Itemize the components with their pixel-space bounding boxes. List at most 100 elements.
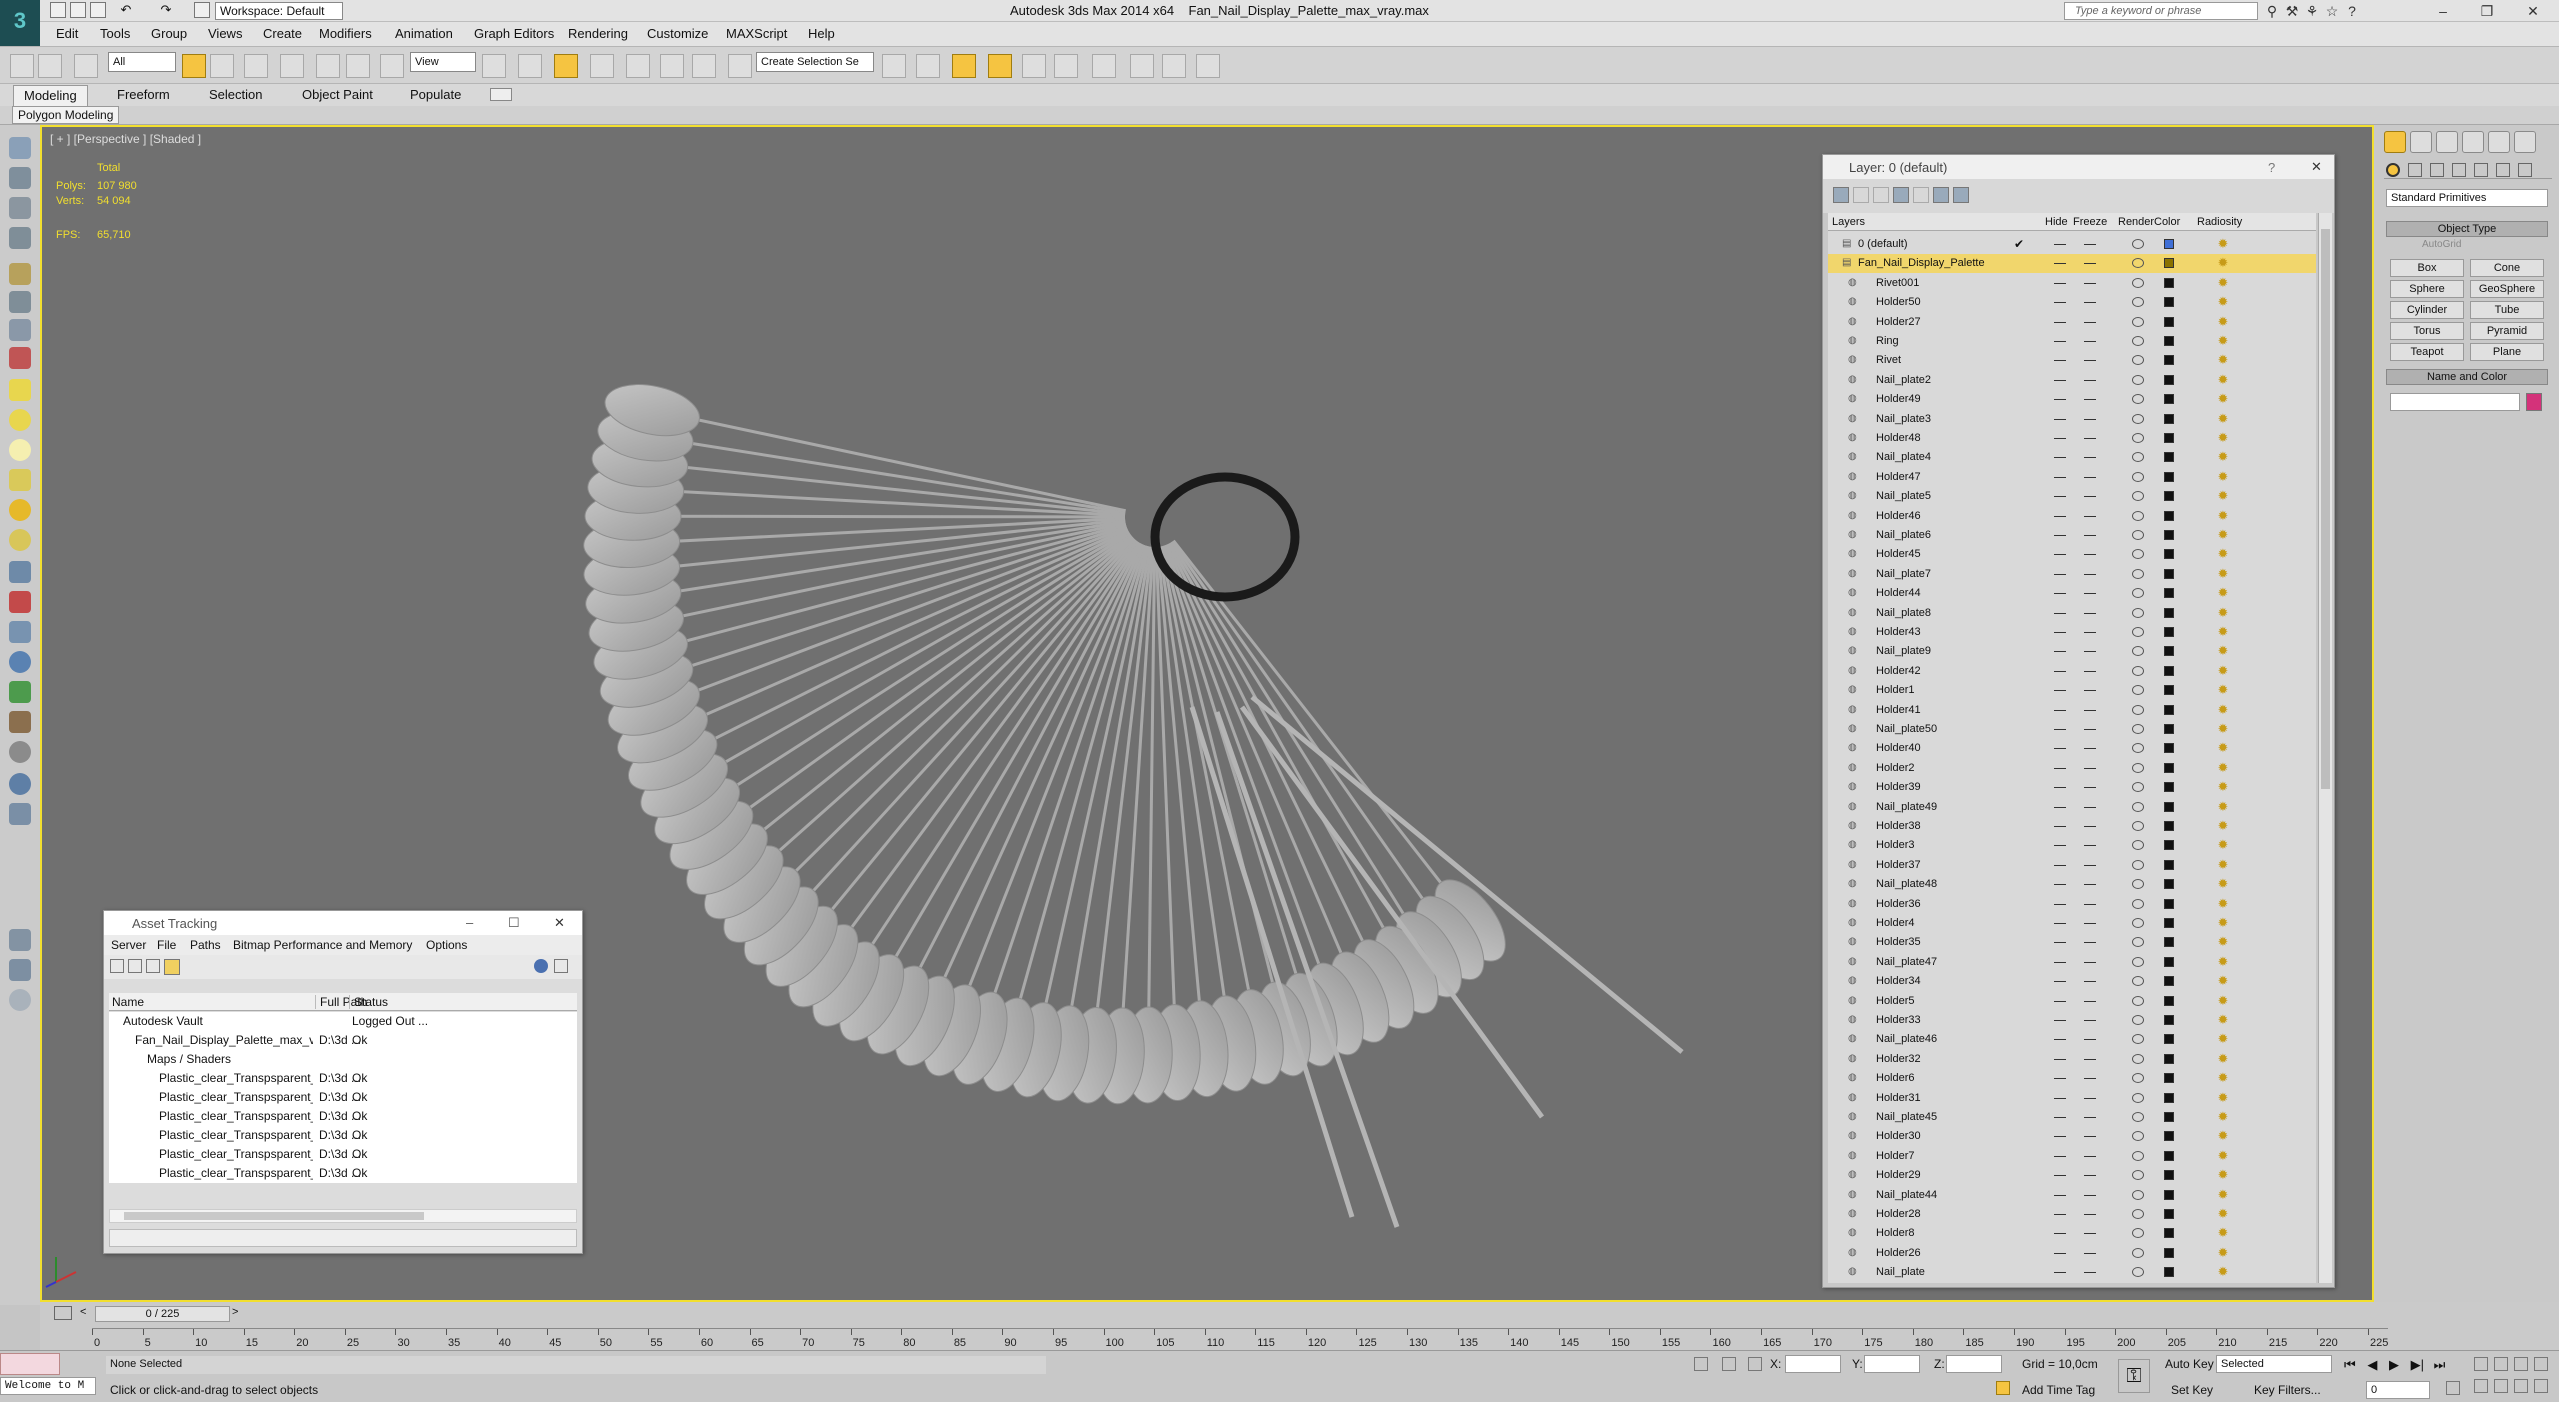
layer-row[interactable]: ▤ 0 (default) ✔ ✹ bbox=[1828, 235, 2316, 254]
hide-toggle[interactable] bbox=[2054, 263, 2066, 265]
radiosity-icon[interactable]: ✹ bbox=[2216, 838, 2230, 852]
asset-dialog-titlebar[interactable]: Asset Tracking – ☐ ✕ bbox=[104, 911, 582, 935]
color-swatch[interactable] bbox=[2164, 452, 2174, 463]
hide-toggle[interactable] bbox=[2054, 282, 2066, 284]
render-toggle-icon[interactable] bbox=[2132, 297, 2144, 308]
object-row[interactable]: ◍ Holder28 ✹ bbox=[1828, 1205, 2316, 1224]
object-row[interactable]: ◍ Holder3 ✹ bbox=[1828, 836, 2316, 855]
freeze-toggle[interactable] bbox=[2084, 418, 2096, 420]
container-icon[interactable] bbox=[9, 137, 31, 159]
color-swatch[interactable] bbox=[2164, 918, 2174, 928]
light-icon[interactable] bbox=[9, 439, 31, 461]
percent-snap-icon[interactable] bbox=[660, 54, 684, 78]
color-swatch[interactable] bbox=[2164, 1015, 2174, 1025]
hide-toggle[interactable] bbox=[2054, 884, 2066, 886]
freeze-toggle[interactable] bbox=[2084, 263, 2096, 265]
menu-group[interactable]: Group bbox=[151, 26, 187, 41]
orbit-icon[interactable] bbox=[2514, 1379, 2528, 1393]
hide-toggle[interactable] bbox=[2054, 1233, 2066, 1235]
camera-icon[interactable] bbox=[9, 291, 31, 313]
color-swatch[interactable] bbox=[2164, 1209, 2174, 1219]
render-toggle-icon[interactable] bbox=[2132, 239, 2144, 249]
render-toggle-icon[interactable] bbox=[2132, 568, 2144, 579]
autogrid-checkbox[interactable]: AutoGrid bbox=[2422, 239, 2461, 250]
freeze-toggle[interactable] bbox=[2084, 845, 2096, 847]
render-toggle-icon[interactable] bbox=[2132, 1092, 2144, 1103]
color-swatch[interactable] bbox=[2164, 646, 2174, 657]
layer-dialog-titlebar[interactable]: Layer: 0 (default) ? ✕ bbox=[1823, 155, 2334, 179]
freeze-toggle[interactable] bbox=[2084, 496, 2096, 498]
settings-icon[interactable] bbox=[9, 741, 31, 763]
tab-modeling[interactable]: Modeling bbox=[13, 85, 88, 106]
hide-toggle[interactable] bbox=[2054, 593, 2066, 595]
field-of-view-icon[interactable] bbox=[2474, 1379, 2488, 1393]
hide-toggle[interactable] bbox=[2054, 302, 2066, 304]
hide-toggle[interactable] bbox=[2054, 1058, 2066, 1060]
named-selection-dropdown[interactable]: Create Selection Se bbox=[756, 52, 874, 72]
render-toggle-icon[interactable] bbox=[2132, 918, 2144, 928]
freeze-toggle[interactable] bbox=[2084, 1233, 2096, 1235]
color-swatch[interactable] bbox=[2164, 995, 2174, 1006]
object-row[interactable]: ◍ Holder35 ✹ bbox=[1828, 933, 2316, 952]
object-row[interactable]: ◍ Nail_plate7 ✹ bbox=[1828, 565, 2316, 584]
save-file-icon[interactable] bbox=[90, 2, 106, 18]
object-row[interactable]: ◍ Holder36 ✹ bbox=[1828, 895, 2316, 914]
hide-toggle[interactable] bbox=[2054, 535, 2066, 536]
sphere-primitive-icon[interactable] bbox=[9, 409, 31, 431]
hide-toggle[interactable] bbox=[2054, 1194, 2066, 1196]
color-swatch[interactable] bbox=[2164, 374, 2174, 385]
maxscript-mini-listener[interactable]: Welcome to M bbox=[0, 1377, 96, 1395]
project-folder-icon[interactable] bbox=[194, 2, 210, 18]
radiosity-icon[interactable]: ✹ bbox=[2216, 819, 2230, 833]
radiosity-icon[interactable]: ✹ bbox=[2216, 625, 2230, 639]
render-toggle-icon[interactable] bbox=[2132, 879, 2144, 890]
menu-animation[interactable]: Animation bbox=[395, 26, 453, 41]
color-swatch[interactable] bbox=[2164, 743, 2174, 754]
render-toggle-icon[interactable] bbox=[2132, 355, 2144, 366]
hide-toggle[interactable] bbox=[2054, 496, 2066, 498]
close-button[interactable]: ✕ bbox=[2512, 0, 2554, 22]
render-toggle-icon[interactable] bbox=[2132, 336, 2144, 346]
radiosity-icon[interactable]: ✹ bbox=[2216, 528, 2230, 542]
object-row[interactable]: ◍ Holder48 ✹ bbox=[1828, 429, 2316, 448]
color-swatch[interactable] bbox=[2164, 879, 2174, 890]
asset-menu-bitmap[interactable]: Bitmap Performance and Memory bbox=[233, 938, 412, 952]
thumbnail-view-icon[interactable] bbox=[146, 959, 160, 973]
color-swatch[interactable] bbox=[2164, 1247, 2174, 1258]
tab-freeform[interactable]: Freeform bbox=[117, 87, 170, 102]
lights-icon[interactable] bbox=[2430, 163, 2444, 177]
lock-selection-icon[interactable] bbox=[1694, 1357, 1708, 1371]
bind-space-warp-icon[interactable] bbox=[74, 54, 98, 78]
menu-create[interactable]: Create bbox=[263, 26, 302, 41]
set-key-icon[interactable]: ⚿ bbox=[2118, 1359, 2150, 1393]
hide-toggle[interactable] bbox=[2054, 573, 2066, 575]
radiosity-icon[interactable]: ✹ bbox=[2216, 586, 2230, 600]
render-toggle-icon[interactable] bbox=[2132, 762, 2144, 773]
space-warps-icon[interactable] bbox=[2496, 163, 2510, 177]
object-row[interactable]: ◍ Nail_plate45 ✹ bbox=[1828, 1108, 2316, 1127]
helper-icon[interactable] bbox=[9, 319, 31, 341]
zoom-extents-icon[interactable] bbox=[2514, 1357, 2528, 1371]
render-toggle-icon[interactable] bbox=[2132, 685, 2144, 696]
menu-help[interactable]: Help bbox=[808, 26, 835, 41]
torus-icon[interactable] bbox=[9, 529, 31, 551]
rotate-icon[interactable] bbox=[346, 54, 370, 78]
freeze-toggle[interactable] bbox=[2084, 1155, 2096, 1157]
render-toggle-icon[interactable] bbox=[2132, 277, 2144, 288]
object-row[interactable]: ◍ Nail_plate47 ✹ bbox=[1828, 953, 2316, 972]
freeze-toggle[interactable] bbox=[2084, 1000, 2096, 1002]
zoom-extents-all-icon[interactable] bbox=[2534, 1357, 2548, 1371]
dynamics-icon[interactable] bbox=[9, 621, 31, 643]
object-row[interactable]: ◍ Holder8 ✹ bbox=[1828, 1224, 2316, 1243]
color-swatch[interactable] bbox=[2164, 491, 2174, 502]
hierarchy-tab-icon[interactable] bbox=[2436, 131, 2458, 153]
object-row[interactable]: ◍ Nail_plate5 ✹ bbox=[1828, 487, 2316, 506]
hide-toggle[interactable] bbox=[2054, 1214, 2066, 1215]
scene-explorer-icon[interactable] bbox=[9, 167, 31, 189]
object-row[interactable]: ◍ Nail_plate8 ✹ bbox=[1828, 604, 2316, 623]
hide-toggle[interactable] bbox=[2054, 612, 2066, 614]
object-row[interactable]: ◍ Nail_plate2 ✹ bbox=[1828, 371, 2316, 390]
render-toggle-icon[interactable] bbox=[2132, 995, 2144, 1006]
freeze-toggle[interactable] bbox=[2084, 282, 2096, 284]
layer-scrollbar[interactable] bbox=[2318, 213, 2332, 1283]
